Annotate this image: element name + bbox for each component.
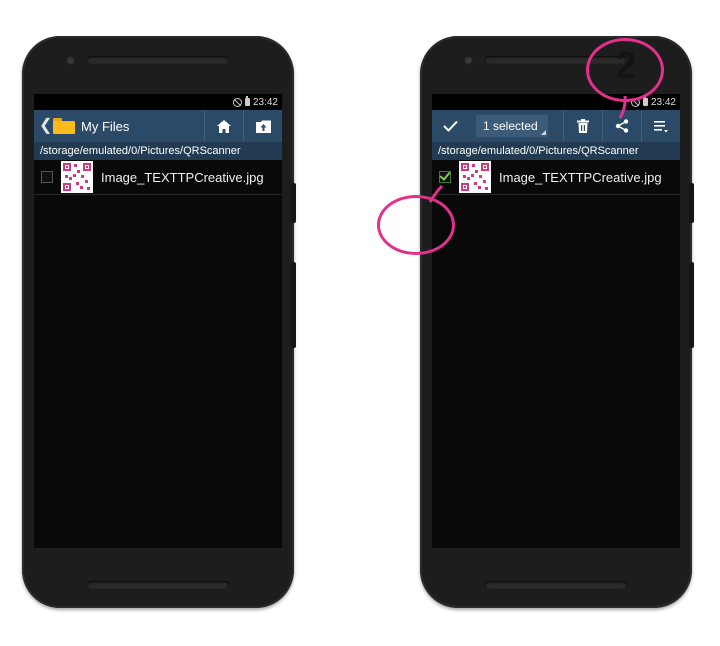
power-button: [689, 262, 694, 348]
battery-icon: [642, 96, 648, 106]
done-button[interactable]: [432, 110, 468, 142]
file-checkbox-checked[interactable]: [439, 171, 451, 183]
blocked-icon: [232, 97, 242, 107]
battery-icon: [244, 96, 250, 106]
bottom-speaker: [87, 581, 229, 589]
annotation-pointer: [618, 96, 627, 119]
trash-icon: [577, 119, 589, 133]
step-number: 2: [615, 45, 637, 87]
volume-button: [689, 183, 694, 223]
volume-button: [291, 183, 296, 223]
file-checkbox[interactable]: [41, 171, 53, 183]
path-breadcrumb[interactable]: /storage/emulated/0/Pictures/QRScanner: [34, 142, 282, 160]
power-button: [291, 262, 296, 348]
bottom-speaker: [485, 581, 627, 589]
status-time: 23:42: [252, 96, 278, 108]
check-icon: [442, 120, 458, 132]
back-chevron-icon[interactable]: ❮: [34, 110, 53, 142]
selection-count-dropdown[interactable]: 1 selected: [476, 115, 548, 137]
screen-right: 23:42 1 selected /storage/emulated/0/Pic…: [432, 94, 680, 548]
path-breadcrumb[interactable]: /storage/emulated/0/Pictures/QRScanner: [432, 142, 680, 160]
action-bar: ❮ My Files: [34, 110, 282, 142]
front-camera: [464, 56, 473, 65]
file-name: Image_TEXTTPCreative.jpg: [499, 169, 662, 185]
folder-upload-icon: [255, 120, 271, 133]
selection-action-bar: 1 selected: [432, 110, 680, 142]
annotation-pointer: [428, 184, 444, 203]
status-time: 23:42: [650, 96, 676, 108]
qr-thumbnail: [459, 161, 491, 193]
front-camera: [66, 56, 75, 65]
earpiece-speaker: [87, 56, 229, 64]
folder-icon: [53, 118, 75, 134]
screen-left: 23:42 ❮ My Files /storage/emulated/0/Pic…: [34, 94, 282, 548]
list-item[interactable]: Image_TEXTTPCreative.jpg: [432, 160, 680, 195]
overflow-menu-icon: [654, 120, 668, 132]
home-icon: [217, 119, 231, 133]
share-icon: [615, 119, 629, 133]
overflow-menu-button[interactable]: [641, 110, 680, 142]
list-item[interactable]: Image_TEXTTPCreative.jpg: [34, 160, 282, 195]
page-title: My Files: [81, 118, 130, 134]
phone-right: 23:42 1 selected /storage/emulated/0/Pic…: [420, 36, 694, 608]
home-button[interactable]: [204, 110, 243, 142]
phone-left: 23:42 ❮ My Files /storage/emulated/0/Pic…: [22, 36, 296, 608]
delete-button[interactable]: [563, 110, 602, 142]
qr-thumbnail: [61, 161, 93, 193]
status-bar: 23:42: [34, 94, 282, 110]
up-folder-button[interactable]: [243, 110, 282, 142]
file-name: Image_TEXTTPCreative.jpg: [101, 169, 264, 185]
